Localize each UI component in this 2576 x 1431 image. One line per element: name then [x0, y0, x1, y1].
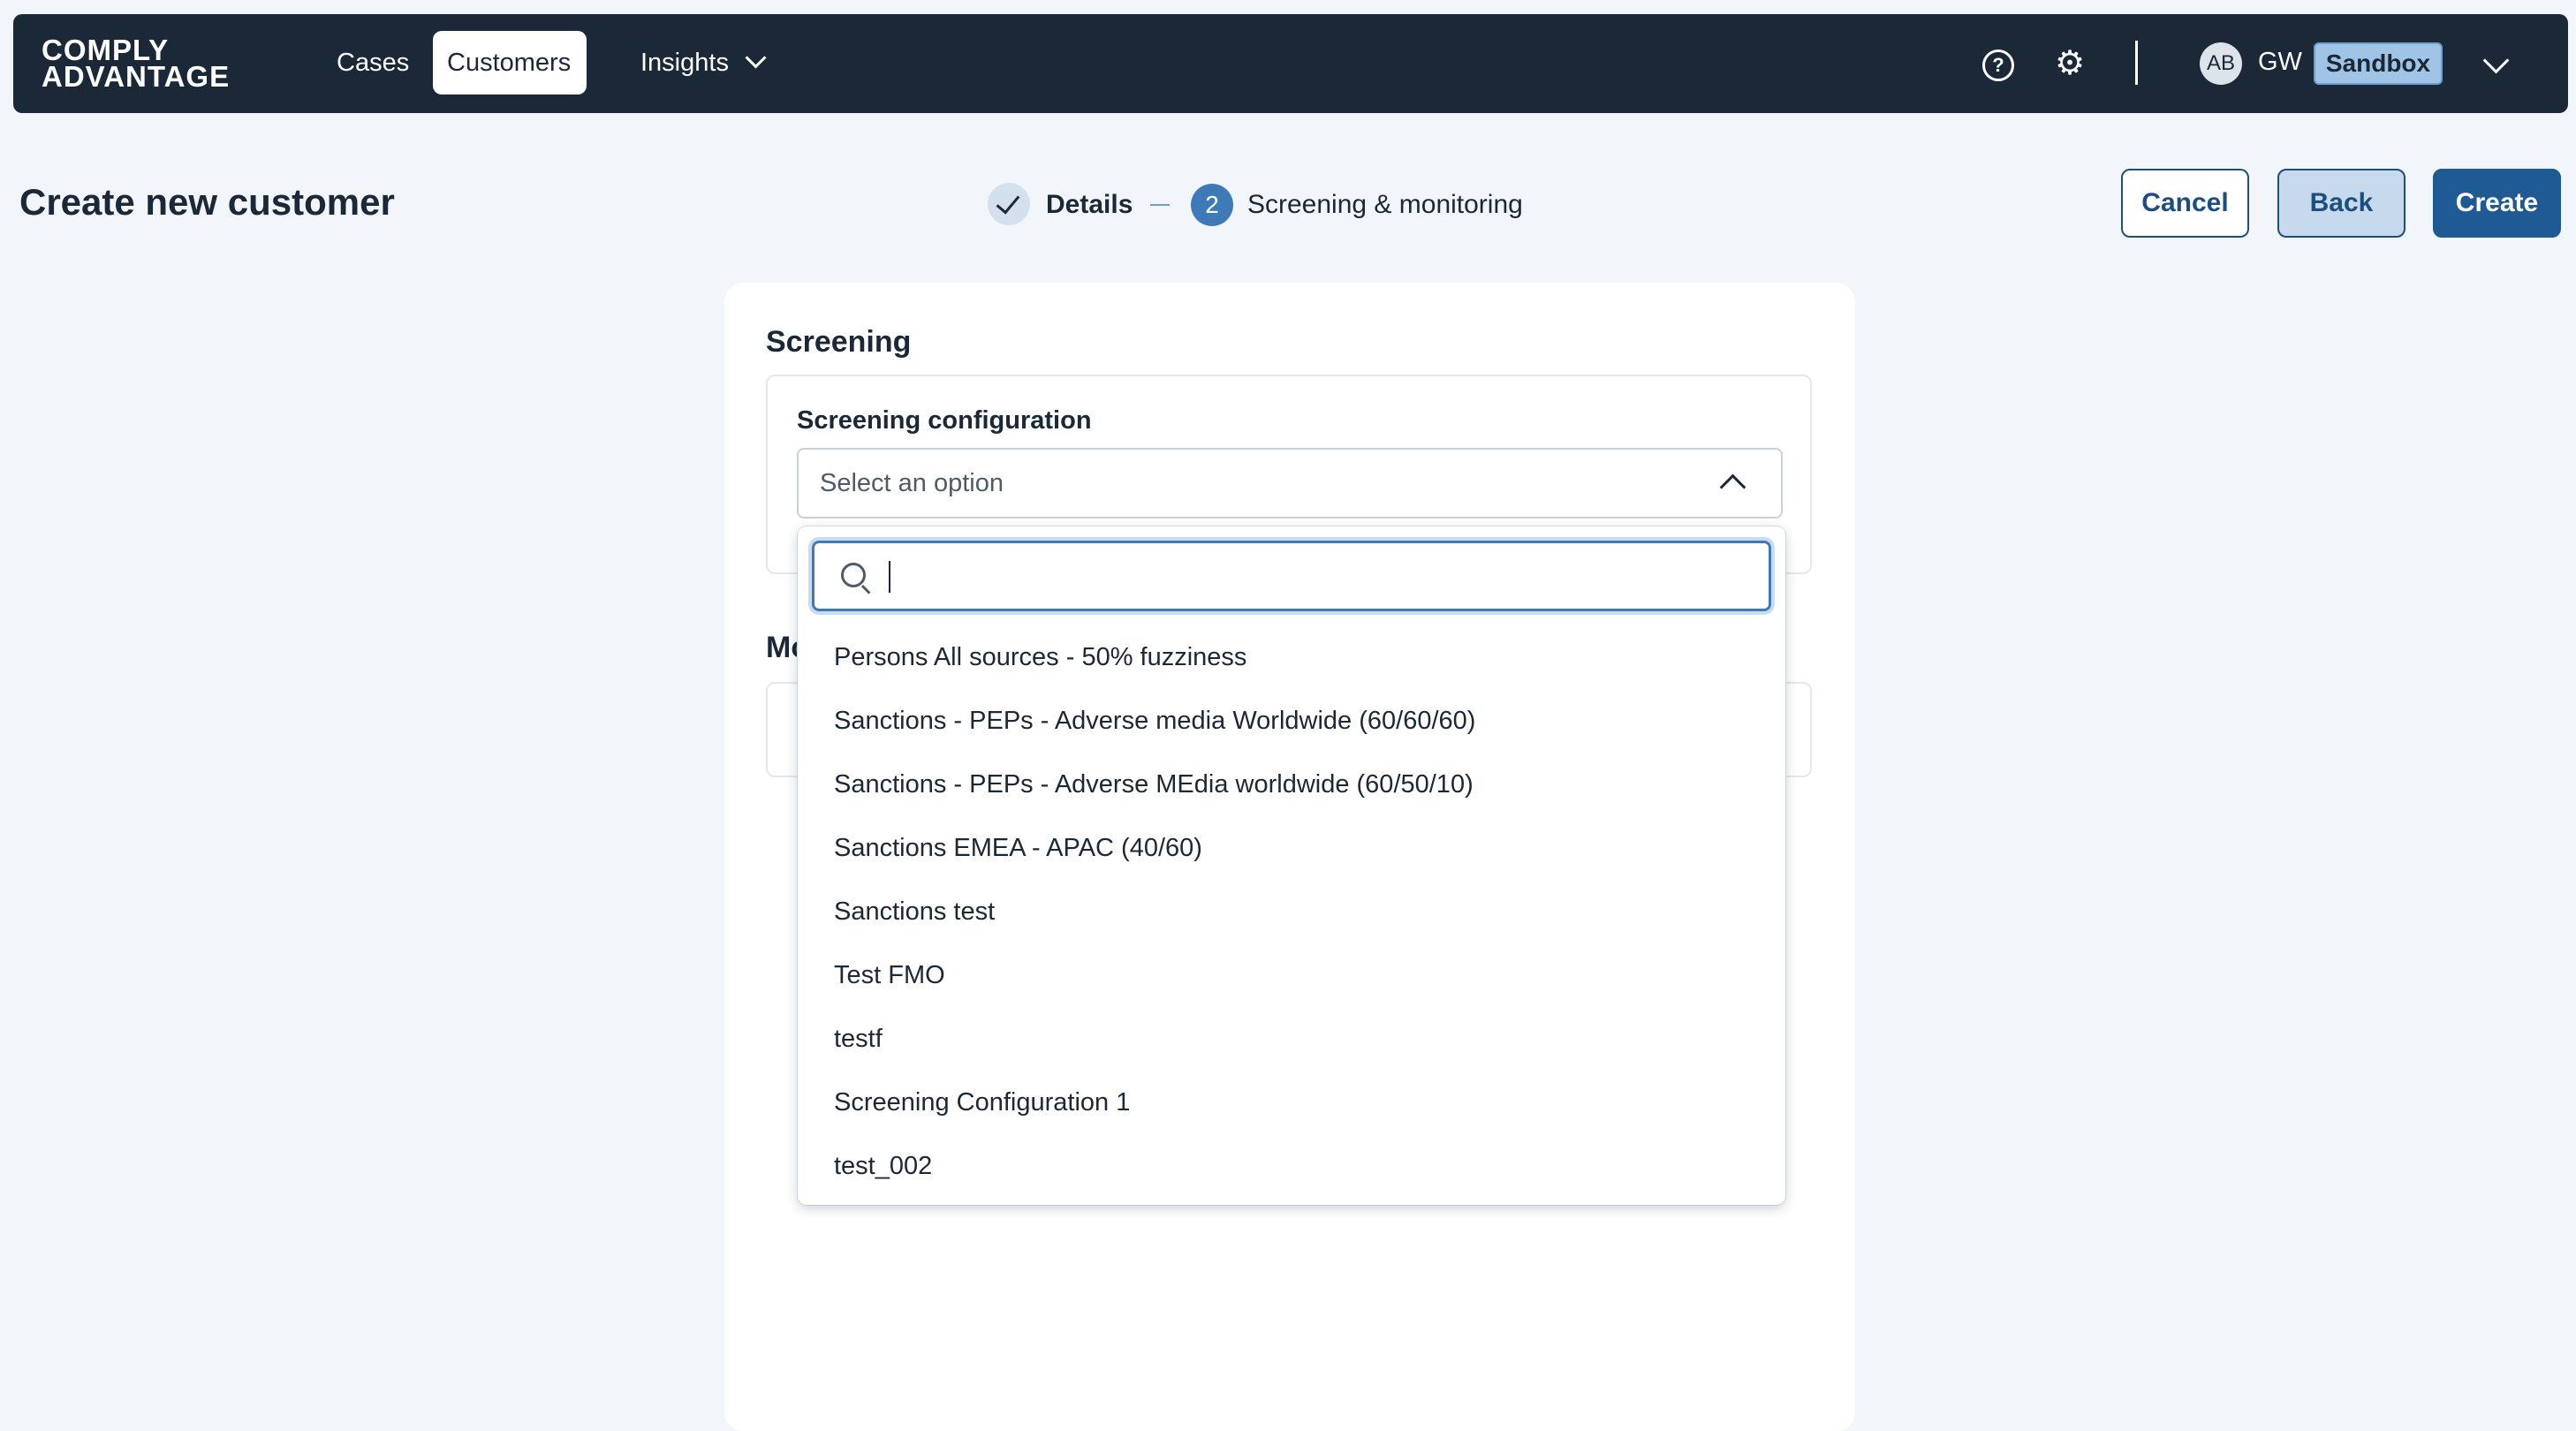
- top-navigation: COMPLY ADVANTAGE Cases Customers Insight…: [13, 14, 2568, 113]
- create-button[interactable]: Create: [2433, 169, 2561, 238]
- list-item[interactable]: test_002: [798, 1134, 1785, 1198]
- step-details-label[interactable]: Details: [1046, 190, 1133, 220]
- screening-config-dropdown: Persons All sources - 50% fuzziness Sanc…: [798, 526, 1785, 1205]
- screening-config-select[interactable]: Select an option: [797, 448, 1783, 519]
- cancel-button[interactable]: Cancel: [2121, 169, 2249, 238]
- nav-item-customers[interactable]: Customers: [433, 31, 587, 95]
- nav-item-insights-label: Insights: [640, 49, 729, 77]
- search-icon: [841, 563, 866, 587]
- text-caret: [889, 561, 890, 593]
- list-item[interactable]: Persons All sources - 50% fuzziness: [798, 625, 1785, 689]
- help-icon[interactable]: ?: [1982, 49, 2014, 81]
- step-screening-label: Screening & monitoring: [1247, 190, 1523, 219]
- chevron-up-icon: [1719, 473, 1746, 501]
- search-input[interactable]: [885, 552, 1754, 603]
- list-item[interactable]: Sanctions - PEPs - Adverse MEdia worldwi…: [798, 753, 1785, 816]
- dropdown-search[interactable]: [812, 541, 1771, 611]
- list-item[interactable]: Sanctions EMEA - APAC (40/60): [798, 816, 1785, 880]
- avatar[interactable]: AB: [2200, 42, 2242, 85]
- select-placeholder: Select an option: [820, 469, 1004, 497]
- nav-divider: [2135, 41, 2138, 85]
- nav-item-insights[interactable]: Insights: [626, 31, 777, 95]
- nav-item-cases[interactable]: Cases: [322, 31, 423, 95]
- chevron-down-icon[interactable]: [2482, 47, 2510, 74]
- list-item[interactable]: Test FMO: [798, 943, 1785, 1007]
- step-number-badge: 2: [1191, 184, 1233, 226]
- screening-config-label: Screening configuration: [797, 406, 1092, 435]
- logo-line-2: ADVANTAGE: [42, 60, 231, 93]
- logo[interactable]: COMPLY ADVANTAGE: [42, 35, 231, 93]
- option-list: Persons All sources - 50% fuzziness Sanc…: [798, 625, 1785, 1198]
- check-icon: [988, 183, 1030, 225]
- list-item[interactable]: testf: [798, 1007, 1785, 1071]
- screening-section-title: Screening: [766, 325, 912, 359]
- list-item[interactable]: Sanctions test: [798, 880, 1785, 943]
- chevron-down-icon: [745, 47, 767, 69]
- page-title: Create new customer: [19, 181, 395, 223]
- list-item[interactable]: Screening Configuration 1: [798, 1071, 1785, 1134]
- environment-badge: Sandbox: [2314, 42, 2443, 85]
- user-initials[interactable]: GW: [2258, 48, 2302, 77]
- list-item[interactable]: Sanctions - PEPs - Adverse media Worldwi…: [798, 689, 1785, 753]
- gear-icon[interactable]: ⚙: [2054, 47, 2086, 80]
- step-connector: [1150, 204, 1170, 206]
- back-button[interactable]: Back: [2277, 169, 2406, 238]
